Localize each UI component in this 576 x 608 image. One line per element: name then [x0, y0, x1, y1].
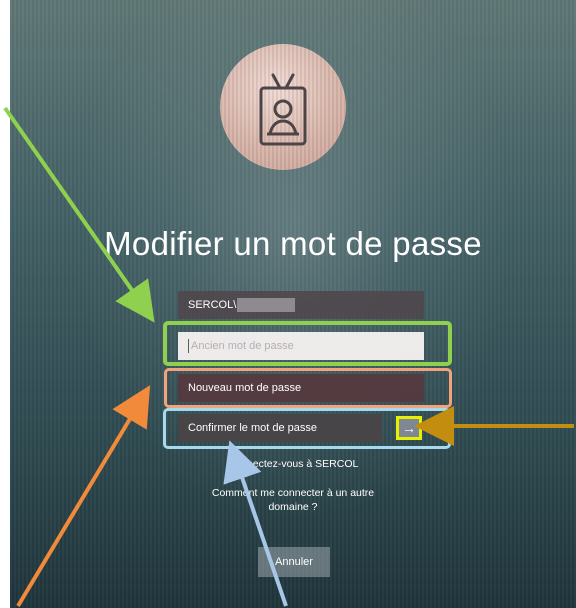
- connect-sercol-link[interactable]: Connectez-vous à SERCOL: [10, 457, 576, 471]
- username-field: SERCOL\: [178, 291, 424, 319]
- page-title: Modifier un mot de passe: [104, 225, 482, 262]
- cancel-button-label: Annuler: [275, 556, 313, 568]
- username-redaction: [237, 298, 296, 312]
- user-avatar: [220, 44, 346, 170]
- username-prefix: SERCOL\: [188, 299, 237, 311]
- confirm-password-highlight: [163, 408, 451, 449]
- cancel-button[interactable]: Annuler: [258, 547, 330, 577]
- other-domain-link-line2: domaine ?: [268, 501, 318, 513]
- old-password-highlight: [163, 321, 452, 366]
- badge-icon: [259, 73, 307, 146]
- other-domain-link-line1: Comment me connecter à un autre: [211, 487, 375, 499]
- new-password-highlight: [164, 368, 452, 408]
- other-domain-link[interactable]: Comment me connecter à un autre domaine …: [10, 486, 576, 514]
- password-change-screen: Modifier un mot de passe SERCOL\ Ancien …: [10, 0, 576, 608]
